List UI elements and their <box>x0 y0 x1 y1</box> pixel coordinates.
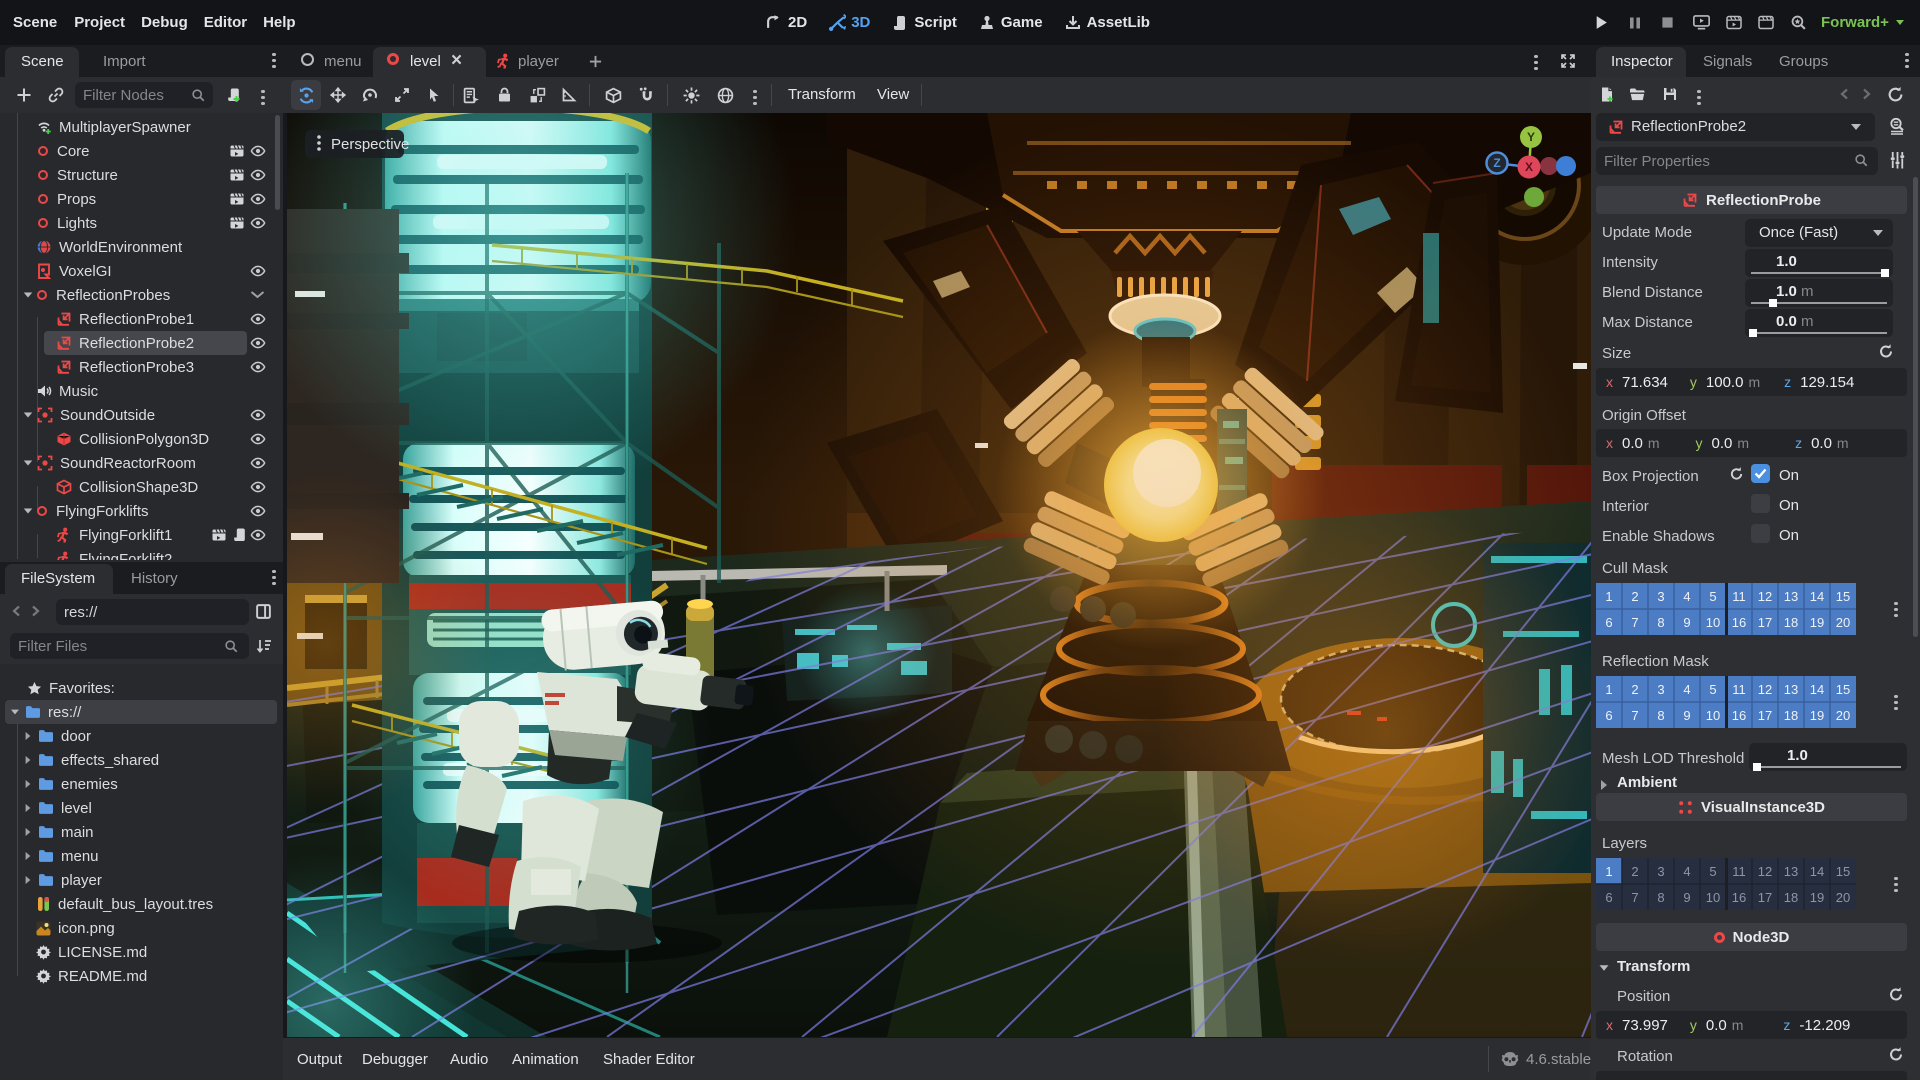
svg-text:19: 19 <box>1810 890 1824 905</box>
svg-text:12: 12 <box>1758 864 1772 879</box>
svg-text:1: 1 <box>1605 682 1612 697</box>
svg-text:15: 15 <box>1836 589 1850 604</box>
svg-text:11: 11 <box>1732 589 1746 604</box>
svg-text:9: 9 <box>1683 615 1690 630</box>
svg-text:4: 4 <box>1683 682 1690 697</box>
svg-text:5: 5 <box>1709 682 1716 697</box>
svg-text:6: 6 <box>1605 890 1612 905</box>
svg-text:8: 8 <box>1657 615 1664 630</box>
svg-text:2: 2 <box>1631 589 1638 604</box>
svg-text:Z: Z <box>1493 156 1500 170</box>
svg-text:12: 12 <box>1758 682 1772 697</box>
svg-text:19: 19 <box>1810 615 1824 630</box>
svg-text:10: 10 <box>1706 708 1720 723</box>
svg-text:18: 18 <box>1784 708 1798 723</box>
svg-text:8: 8 <box>1657 890 1664 905</box>
svg-text:6: 6 <box>1605 708 1612 723</box>
svg-text:1: 1 <box>1605 864 1612 879</box>
svg-text:15: 15 <box>1836 682 1850 697</box>
svg-text:17: 17 <box>1758 708 1772 723</box>
svg-text:18: 18 <box>1784 615 1798 630</box>
svg-text:4: 4 <box>1683 589 1690 604</box>
svg-text:20: 20 <box>1836 615 1850 630</box>
svg-text:9: 9 <box>1683 890 1690 905</box>
svg-text:20: 20 <box>1836 890 1850 905</box>
svg-text:1: 1 <box>1605 589 1612 604</box>
svg-text:5: 5 <box>1709 864 1716 879</box>
svg-text:14: 14 <box>1810 589 1824 604</box>
svg-text:7: 7 <box>1631 615 1638 630</box>
svg-text:15: 15 <box>1836 864 1850 879</box>
svg-text:10: 10 <box>1706 615 1720 630</box>
svg-text:2: 2 <box>1631 864 1638 879</box>
svg-text:8: 8 <box>1657 708 1664 723</box>
svg-text:10: 10 <box>1706 890 1720 905</box>
svg-text:14: 14 <box>1810 682 1824 697</box>
svg-text:3: 3 <box>1657 864 1664 879</box>
svg-text:X: X <box>1525 160 1533 174</box>
svg-text:7: 7 <box>1631 890 1638 905</box>
svg-text:Y: Y <box>1527 130 1535 144</box>
svg-text:17: 17 <box>1758 890 1772 905</box>
svg-text:19: 19 <box>1810 708 1824 723</box>
svg-text:11: 11 <box>1732 682 1746 697</box>
svg-text:Perspective: Perspective <box>331 136 409 153</box>
svg-text:12: 12 <box>1758 589 1772 604</box>
svg-text:7: 7 <box>1631 708 1638 723</box>
svg-text:13: 13 <box>1784 682 1798 697</box>
svg-text:16: 16 <box>1732 708 1746 723</box>
svg-text:3: 3 <box>1657 682 1664 697</box>
svg-text:11: 11 <box>1732 864 1746 879</box>
svg-text:9: 9 <box>1683 708 1690 723</box>
svg-text:13: 13 <box>1784 589 1798 604</box>
svg-text:3: 3 <box>1657 589 1664 604</box>
svg-text:20: 20 <box>1836 708 1850 723</box>
svg-text:18: 18 <box>1784 890 1798 905</box>
svg-text:5: 5 <box>1709 589 1716 604</box>
svg-text:16: 16 <box>1732 615 1746 630</box>
svg-text:13: 13 <box>1784 864 1798 879</box>
svg-text:14: 14 <box>1810 864 1824 879</box>
svg-text:16: 16 <box>1732 890 1746 905</box>
svg-text:6: 6 <box>1605 615 1612 630</box>
svg-text:17: 17 <box>1758 615 1772 630</box>
svg-text:4: 4 <box>1683 864 1690 879</box>
svg-text:2: 2 <box>1631 682 1638 697</box>
